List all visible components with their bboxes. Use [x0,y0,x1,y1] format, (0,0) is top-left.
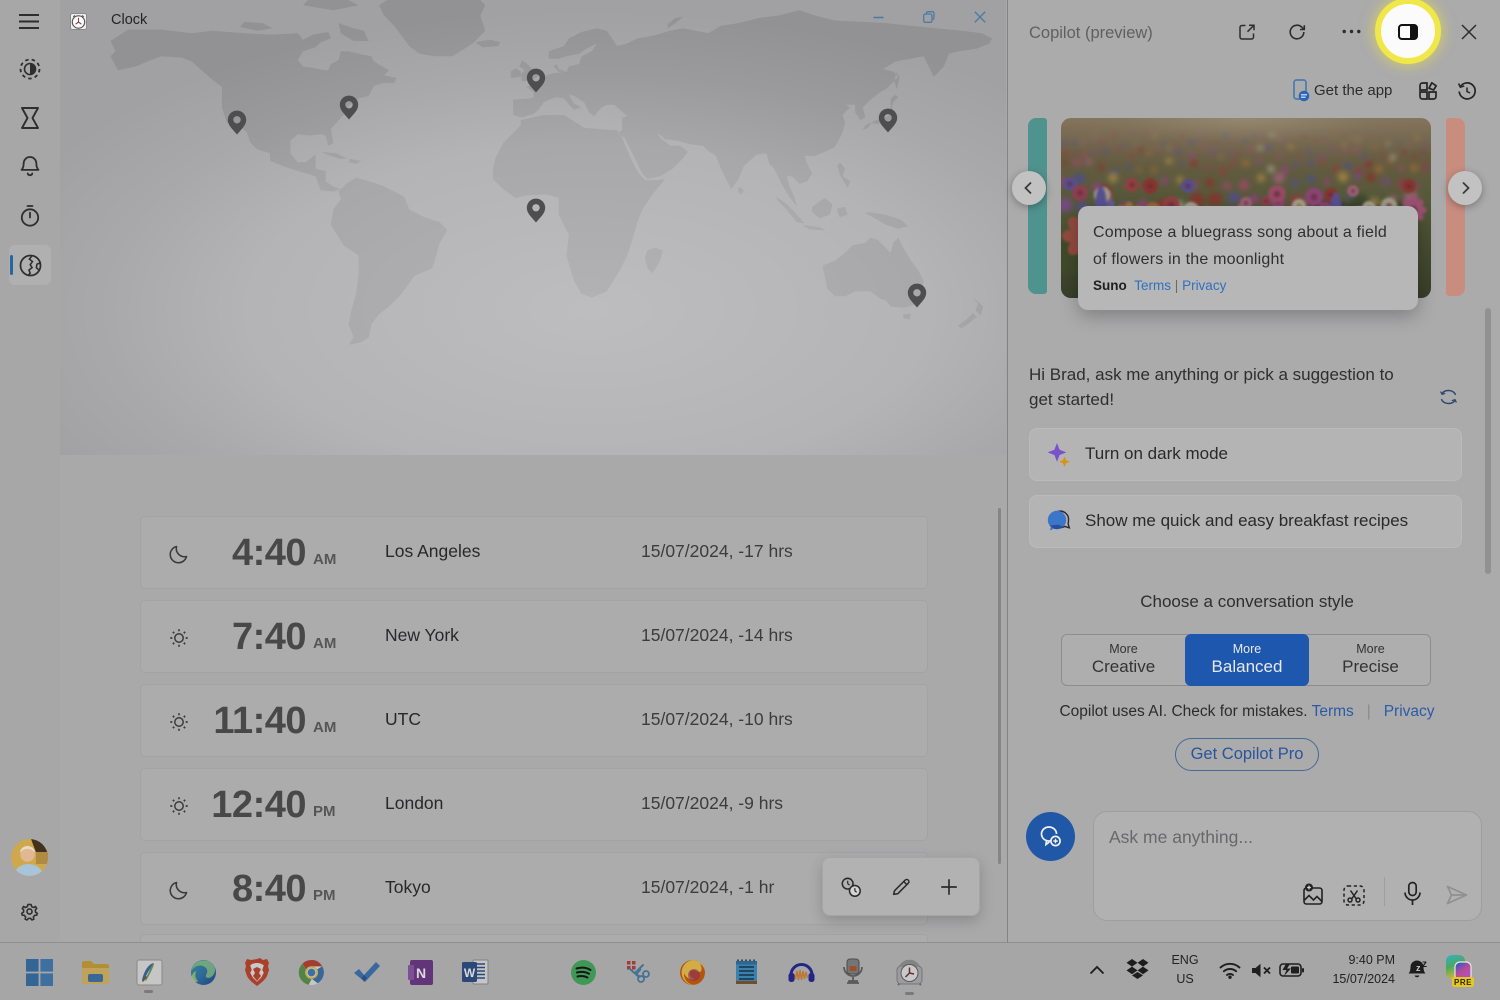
svg-text:z: z [1422,959,1427,970]
svg-text:z: z [1416,963,1421,973]
svg-text:N: N [415,965,425,981]
svg-text:PRE: PRE [1454,978,1472,987]
svg-text:W: W [464,966,476,980]
